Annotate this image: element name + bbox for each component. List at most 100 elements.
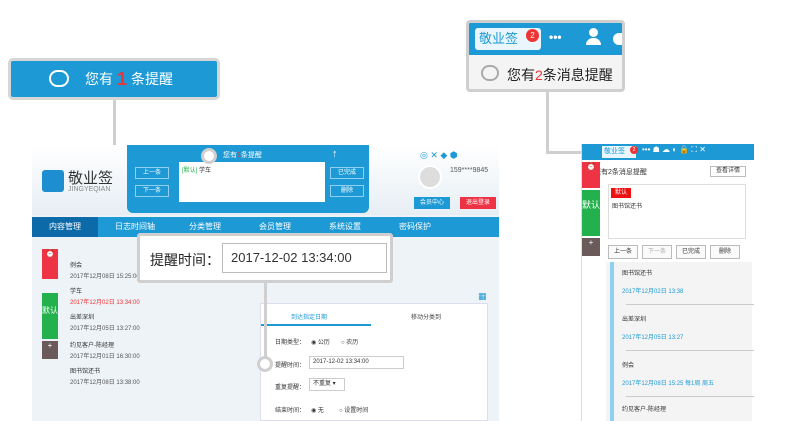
widget-badge: 2 — [630, 146, 638, 154]
list-item-date: 2017年12月02日 13:34:00 — [70, 300, 140, 306]
widget-content-box: 默认 图书馆还书 — [608, 184, 746, 239]
calendar-icon[interactable]: ▦ — [478, 291, 487, 302]
notif-prefix: 您有 — [223, 152, 237, 159]
content-text: 学车 — [199, 168, 212, 174]
done-button[interactable]: 已完成 — [676, 245, 706, 259]
reminder-time-callout: 提醒时间： 2017-12-02 13:34:00 — [137, 233, 393, 283]
alarm-icon[interactable]: ⏰ — [42, 249, 58, 279]
message-badge: 2 — [526, 29, 539, 42]
tab-move-category[interactable]: 移动分类到 — [411, 312, 441, 321]
next-button[interactable]: 下一条 — [642, 245, 672, 259]
nav-item-content[interactable]: 内容管理 — [32, 217, 98, 237]
widget-toolbar: 敬业签 2 ••• ☗ ☁ ◐ 🔒 ⛶ ✕ — [582, 144, 754, 160]
lunar-label: 农历 — [346, 340, 359, 346]
list-item-title[interactable]: 学车 — [70, 286, 82, 295]
notification-title: 您有1条提醒 — [223, 150, 262, 160]
delete-button[interactable]: 删除 — [330, 185, 364, 197]
content-tag: 默认 — [611, 188, 631, 198]
widget-side-tag[interactable]: 默认 — [582, 190, 600, 236]
message-callout: 敬业签 2 ••• 您有2条消息提醒 — [466, 20, 625, 92]
social-icons[interactable]: ◎ ✕ ◆ ⬢ — [420, 150, 458, 161]
app-logo-title: 敬业签 — [68, 170, 114, 187]
repeat-label: 重复提醒： — [275, 385, 306, 391]
add-icon[interactable]: + — [582, 238, 600, 256]
member-center-button[interactable]: 会员中心 — [414, 197, 450, 209]
list-item-date: 2017年12月05日 13:27:00 — [70, 326, 140, 332]
connector-line — [264, 283, 267, 363]
more-icon[interactable]: ••• — [549, 30, 562, 44]
avatar[interactable] — [418, 165, 442, 189]
desktop-widget: 敬业签 2 ••• ☗ ☁ ◐ 🔒 ⛶ ✕ 您有2条消息提醒 查看详情 ⏰ 默认… — [581, 144, 754, 421]
prev-button[interactable]: 上一条 — [608, 245, 638, 259]
list-item-title[interactable]: 出差深圳 — [622, 314, 646, 323]
list-item-date: 2017年12月02日 13:38 — [622, 289, 684, 295]
active-tab-indicator — [261, 324, 371, 326]
remind-time-input[interactable]: 2017-12-02 13:34:00 — [309, 356, 404, 369]
connector-line — [546, 151, 582, 154]
side-tag-default[interactable]: 默认 — [42, 293, 58, 339]
msg-suffix: 条消息提醒 — [542, 67, 613, 83]
list-item-title[interactable]: 约见客户-陈经理 — [622, 404, 666, 413]
date-type-label: 日期类型： — [275, 340, 306, 346]
list-item-date: 2017年12月01日 16:30:00 — [70, 354, 140, 360]
widget-message: 您有2条消息提醒 — [594, 169, 647, 176]
connector-dot — [257, 356, 273, 372]
list-item-title[interactable]: 例会 — [622, 360, 634, 369]
list-item-title[interactable]: 出差深圳 — [70, 312, 94, 321]
notification-content: [默认] 学车 — [179, 162, 325, 202]
reminder-count: 1 — [116, 68, 127, 89]
repeat-select[interactable]: 不重复 ▾ — [309, 378, 345, 391]
list-item-title[interactable]: 例会 — [70, 260, 82, 269]
list-item-title[interactable]: 图书馆还书 — [70, 366, 100, 375]
arrow-up-icon[interactable]: ↑ — [332, 148, 338, 160]
prev-button[interactable]: 上一条 — [135, 167, 169, 179]
reminder-text-prefix: 您有 — [84, 71, 113, 87]
divider — [626, 350, 754, 351]
list-item-date: 2017年12月08日 15:25 每1周 周五 — [622, 381, 715, 387]
alarm-icon[interactable]: ⏰ — [582, 162, 600, 188]
divider — [626, 396, 754, 397]
delete-button[interactable]: 删除 — [710, 245, 740, 259]
widget-toolbar-icons[interactable]: ••• ☗ ☁ ◐ 🔒 ⛶ ✕ — [642, 145, 706, 155]
content-text: 图书馆还书 — [612, 204, 643, 210]
add-icon[interactable]: + — [42, 341, 58, 359]
list-item-date: 2017年12月05日 13:27 — [622, 335, 684, 341]
user-icon[interactable] — [586, 28, 601, 46]
msg-count: 2 — [535, 67, 543, 83]
view-detail-button[interactable]: 查看详情 — [710, 166, 746, 177]
solar-label: 公历 — [317, 340, 330, 346]
tab-specified-date[interactable]: 到达指定日期 — [291, 312, 327, 321]
connector-line — [546, 92, 549, 154]
app-logo-subtitle: JINGYEQIAN — [68, 186, 111, 193]
logout-button[interactable]: 退出登录 — [460, 197, 496, 209]
repeat-value: 不重复 — [313, 381, 332, 387]
end-time-label: 结束时间： — [275, 408, 306, 414]
chat-bubble-icon — [481, 65, 499, 81]
list-item-date: 2017年12月08日 15:25:00 — [70, 274, 140, 280]
content-tag: [默认] — [182, 168, 198, 174]
list-item-title[interactable]: 约见客户-陈经理 — [70, 340, 114, 349]
end-none-label: 无 — [317, 408, 324, 414]
connector-dot — [201, 148, 217, 164]
reminder-form: 到达指定日期 移动分类到 日期类型： ◉ 公历 ○ 农历 提醒时间： 2017-… — [260, 303, 488, 421]
date-type-solar-radio[interactable]: ◉ 公历 — [311, 337, 330, 346]
phone-number: 159****9845 — [450, 167, 489, 174]
reminder-time-input[interactable]: 2017-12-02 13:34:00 — [222, 243, 387, 273]
notification-panel: 您有1条提醒 ↑ 上一条 下一条 [默认] 学车 已完成 删除 — [127, 145, 369, 213]
remind-time-label: 提醒时间： — [275, 363, 306, 369]
cloud-icon[interactable] — [613, 33, 622, 45]
end-set-radio[interactable]: ○ 设置时间 — [339, 405, 368, 414]
message-text: 您有2条消息提醒 — [507, 65, 613, 85]
reminder-callout: 您有 1 条提醒 — [8, 58, 220, 100]
date-type-lunar-radio[interactable]: ○ 农历 — [341, 337, 358, 346]
end-none-radio[interactable]: ◉ 无 — [311, 405, 324, 414]
divider — [626, 304, 754, 305]
list-item-date: 2017年12月08日 13:38:00 — [70, 380, 140, 386]
next-button[interactable]: 下一条 — [135, 185, 169, 197]
callout-toolbar: 敬业签 2 ••• — [469, 23, 622, 55]
notif-suffix: 条提醒 — [240, 152, 262, 159]
list-item-title[interactable]: 图书馆还书 — [622, 268, 652, 277]
reminder-time-label: 提醒时间： — [150, 252, 220, 268]
done-button[interactable]: 已完成 — [330, 167, 364, 179]
list-rail — [610, 262, 614, 421]
